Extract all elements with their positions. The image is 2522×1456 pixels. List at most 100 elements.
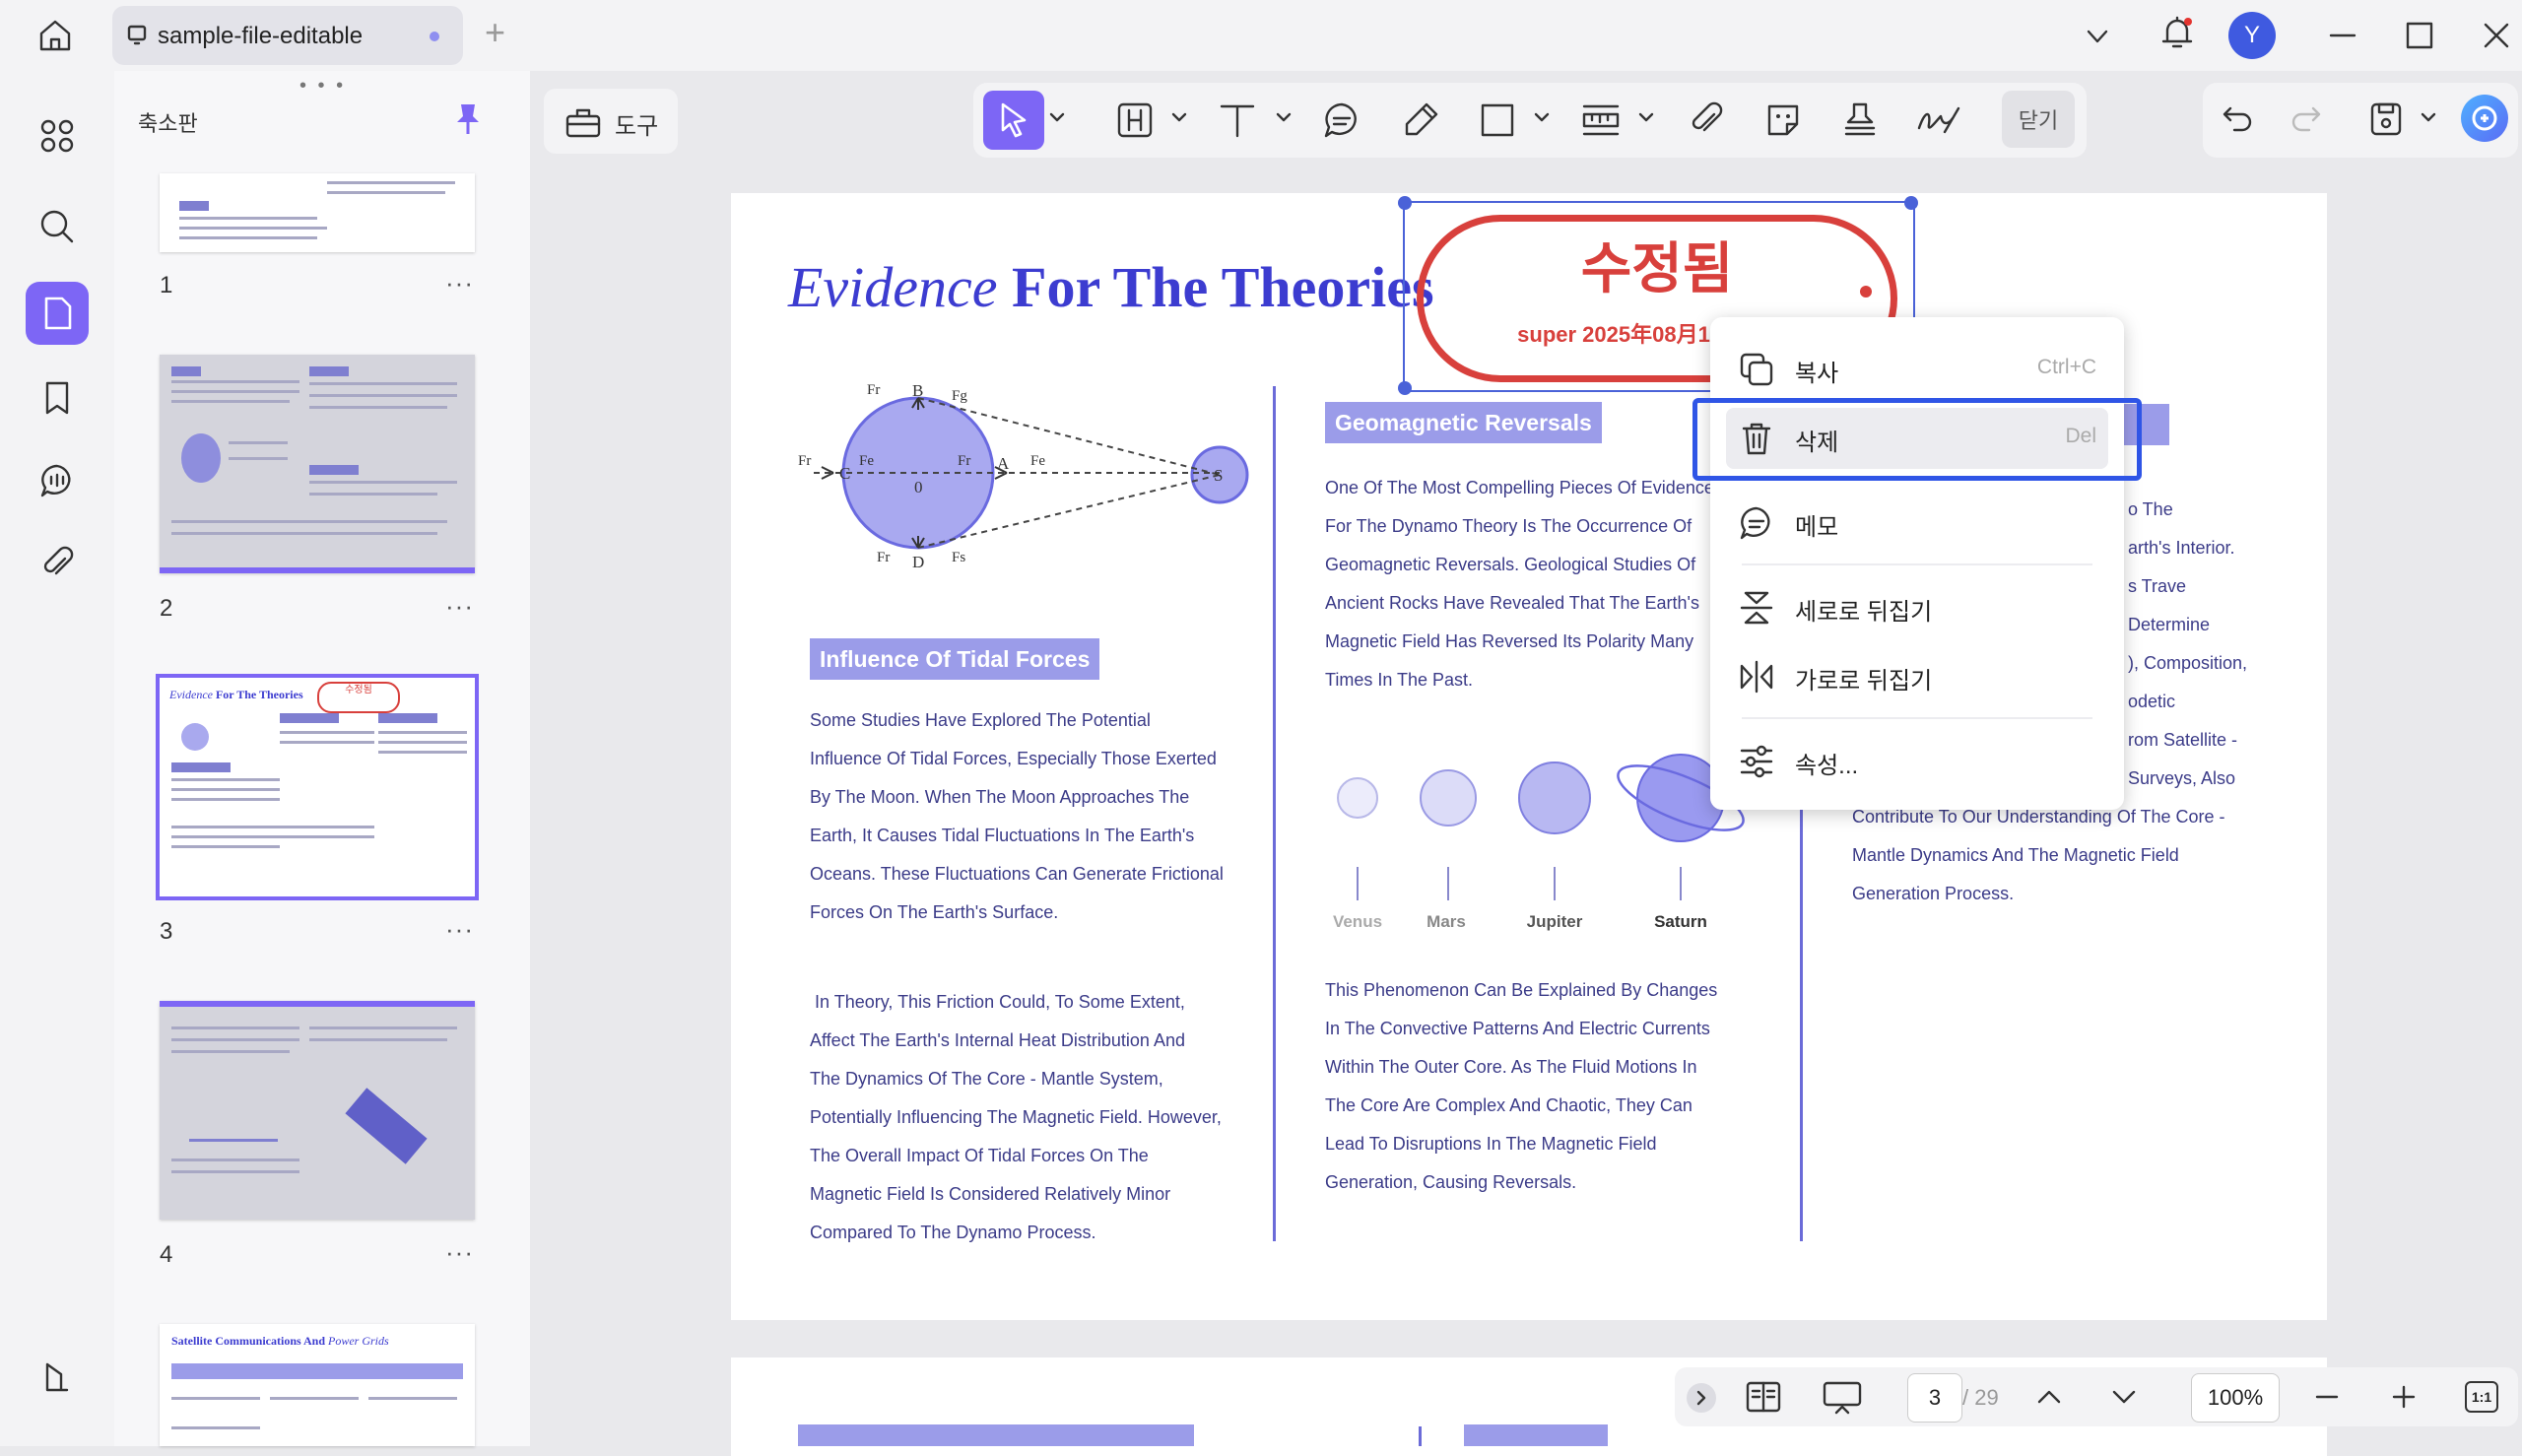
redo-icon[interactable] [2290,102,2323,136]
toolbox-icon [564,104,603,140]
right-column-paragraph: Contribute To Our Understanding Of The C… [1852,807,2225,903]
sticker-tool-icon[interactable] [1763,100,1803,140]
label-fe-right: Fe [1030,453,1045,469]
page-thumbnail-5[interactable]: Satellite Communications And Power Grids [160,1324,475,1446]
bookmark-icon[interactable] [26,366,89,430]
save-icon[interactable] [2368,100,2404,138]
close-toolbar-button[interactable]: 닫기 [2002,91,2075,148]
page-number-1: 1 [160,272,173,298]
page-number-2: 2 [160,595,173,622]
minimize-icon[interactable] [2327,20,2358,51]
section-heading-geomagnetic: Geomagnetic Reversals [1325,402,1602,443]
save-dropdown-icon[interactable] [2420,110,2437,124]
sidebar-title: 축소판 [138,111,198,136]
next-page-icon[interactable] [2108,1381,2140,1413]
page-number-3: 3 [160,918,173,945]
pin-icon[interactable] [451,100,485,138]
menu-item-properties[interactable]: 속성... [1710,731,2124,790]
zoom-level[interactable]: 100% [2191,1373,2280,1423]
label-c: C [839,464,850,483]
ai-assistant-icon[interactable] [2461,95,2508,142]
page-more-2[interactable]: ··· [445,591,474,622]
page-number-input[interactable]: 3 [1907,1373,1962,1423]
page-thumbnail-3[interactable]: Evidence For The Theories 수정됨 [156,674,479,900]
page-more-4[interactable]: ··· [445,1237,474,1268]
page-number-4: 4 [160,1241,173,1268]
home-icon[interactable] [35,16,75,55]
label-b: B [912,381,923,400]
text-dropdown-icon[interactable] [1275,110,1293,124]
section-heading-tidal: Influence Of Tidal Forces [810,638,1100,680]
label-fr-top: Fr [867,382,880,398]
pen-tool-icon[interactable] [1401,100,1440,140]
right-column-fragments: o The arth's Interior. s Trave Determine),… [2128,499,2248,788]
resize-handle-bottom-left[interactable] [1398,381,1412,395]
bell-icon[interactable] [2159,14,2195,53]
tools-button[interactable]: 도구 [544,89,678,154]
resize-handle-top-right[interactable] [1904,196,1918,210]
comment-tool-icon[interactable] [1322,100,1361,140]
attachment-icon[interactable] [26,532,89,595]
label-a: A [997,454,1010,473]
stamp-dot [1860,286,1872,298]
select-dropdown-icon[interactable] [1048,110,1066,124]
highlight-dropdown-icon[interactable] [1170,110,1188,124]
page-more-3[interactable]: ··· [445,914,474,945]
comment-icon [1738,504,1775,542]
resize-handle-top-left[interactable] [1398,196,1412,210]
layers-icon[interactable] [26,1346,89,1409]
menu-item-flip-horizontal[interactable]: 가로로 뒤집기 [1710,646,2124,705]
search-icon[interactable] [26,195,89,258]
column-divider-1 [1273,386,1276,1241]
tidal-forces-diagram: B D C A 0 S Fr Fg Fr Fe Fr Fe Fr Fs [794,374,1267,581]
page-thumbnail-2[interactable] [160,355,475,573]
label-fr-right: Fr [958,453,970,469]
shape-dropdown-icon[interactable] [1533,110,1551,124]
new-tab-button[interactable]: + [485,12,505,53]
close-window-icon[interactable] [2481,20,2512,51]
zoom-out-icon[interactable] [2311,1381,2343,1413]
zoom-in-icon[interactable] [2388,1381,2420,1413]
comments-icon[interactable] [26,449,89,512]
previous-page-icon[interactable] [2033,1381,2065,1413]
attach-tool-icon[interactable] [1687,100,1726,140]
page-more-1[interactable]: ··· [445,268,474,298]
tools-label: 도구 [615,113,659,140]
measure-tool-icon[interactable] [1580,100,1622,140]
properties-icon [1738,743,1775,780]
maximize-icon[interactable] [2404,20,2435,51]
geomagnetic-paragraph-2: This Phenomenon Can Be Explained By Chan… [1325,980,1718,1192]
resize-grip[interactable]: • • • [299,75,346,98]
apps-icon[interactable] [26,104,89,167]
page-thumbnail-4[interactable] [160,1001,475,1220]
expand-nav-icon[interactable] [1687,1383,1716,1413]
flip-horizontal-icon [1738,658,1775,695]
tab-title: sample-file-editable [158,23,364,49]
next-page-divider [1419,1426,1422,1446]
stamp-tool-icon[interactable] [1840,100,1880,140]
select-tool-button[interactable] [983,91,1044,150]
undo-icon[interactable] [2221,102,2254,136]
avatar[interactable]: Y [2228,12,2276,59]
menu-item-memo[interactable]: 메모 [1710,493,2124,552]
document-tab[interactable]: sample-file-editable [112,6,463,65]
text-tool-icon[interactable] [1218,100,1257,140]
present-icon[interactable] [1821,1379,1864,1417]
actual-size-button[interactable]: 1:1 [2465,1381,2498,1413]
stamp-main-text: 수정됨 [1580,237,1734,299]
signature-tool-icon[interactable] [1915,100,1966,140]
thumbnails-icon[interactable] [26,282,89,345]
tidal-paragraph-2: In Theory, This Friction Could, To Some … [810,992,1222,1242]
shape-tool-icon[interactable] [1478,100,1517,140]
page-thumbnail-1[interactable] [160,173,475,252]
chevron-down-icon[interactable] [2083,22,2112,51]
reading-mode-icon[interactable] [1744,1379,1783,1415]
tidal-paragraph-1: Some Studies Have Explored The Potential… [810,710,1224,922]
highlight-tool-icon[interactable] [1115,100,1155,140]
planet-label-saturn: Saturn [1654,912,1707,931]
measure-dropdown-icon[interactable] [1637,110,1655,124]
page-total: / 29 [1962,1385,1999,1410]
next-page-heading-bar [798,1424,1194,1446]
menu-item-flip-vertical[interactable]: 세로로 뒤집기 [1710,577,2124,636]
left-rail [0,71,114,1446]
